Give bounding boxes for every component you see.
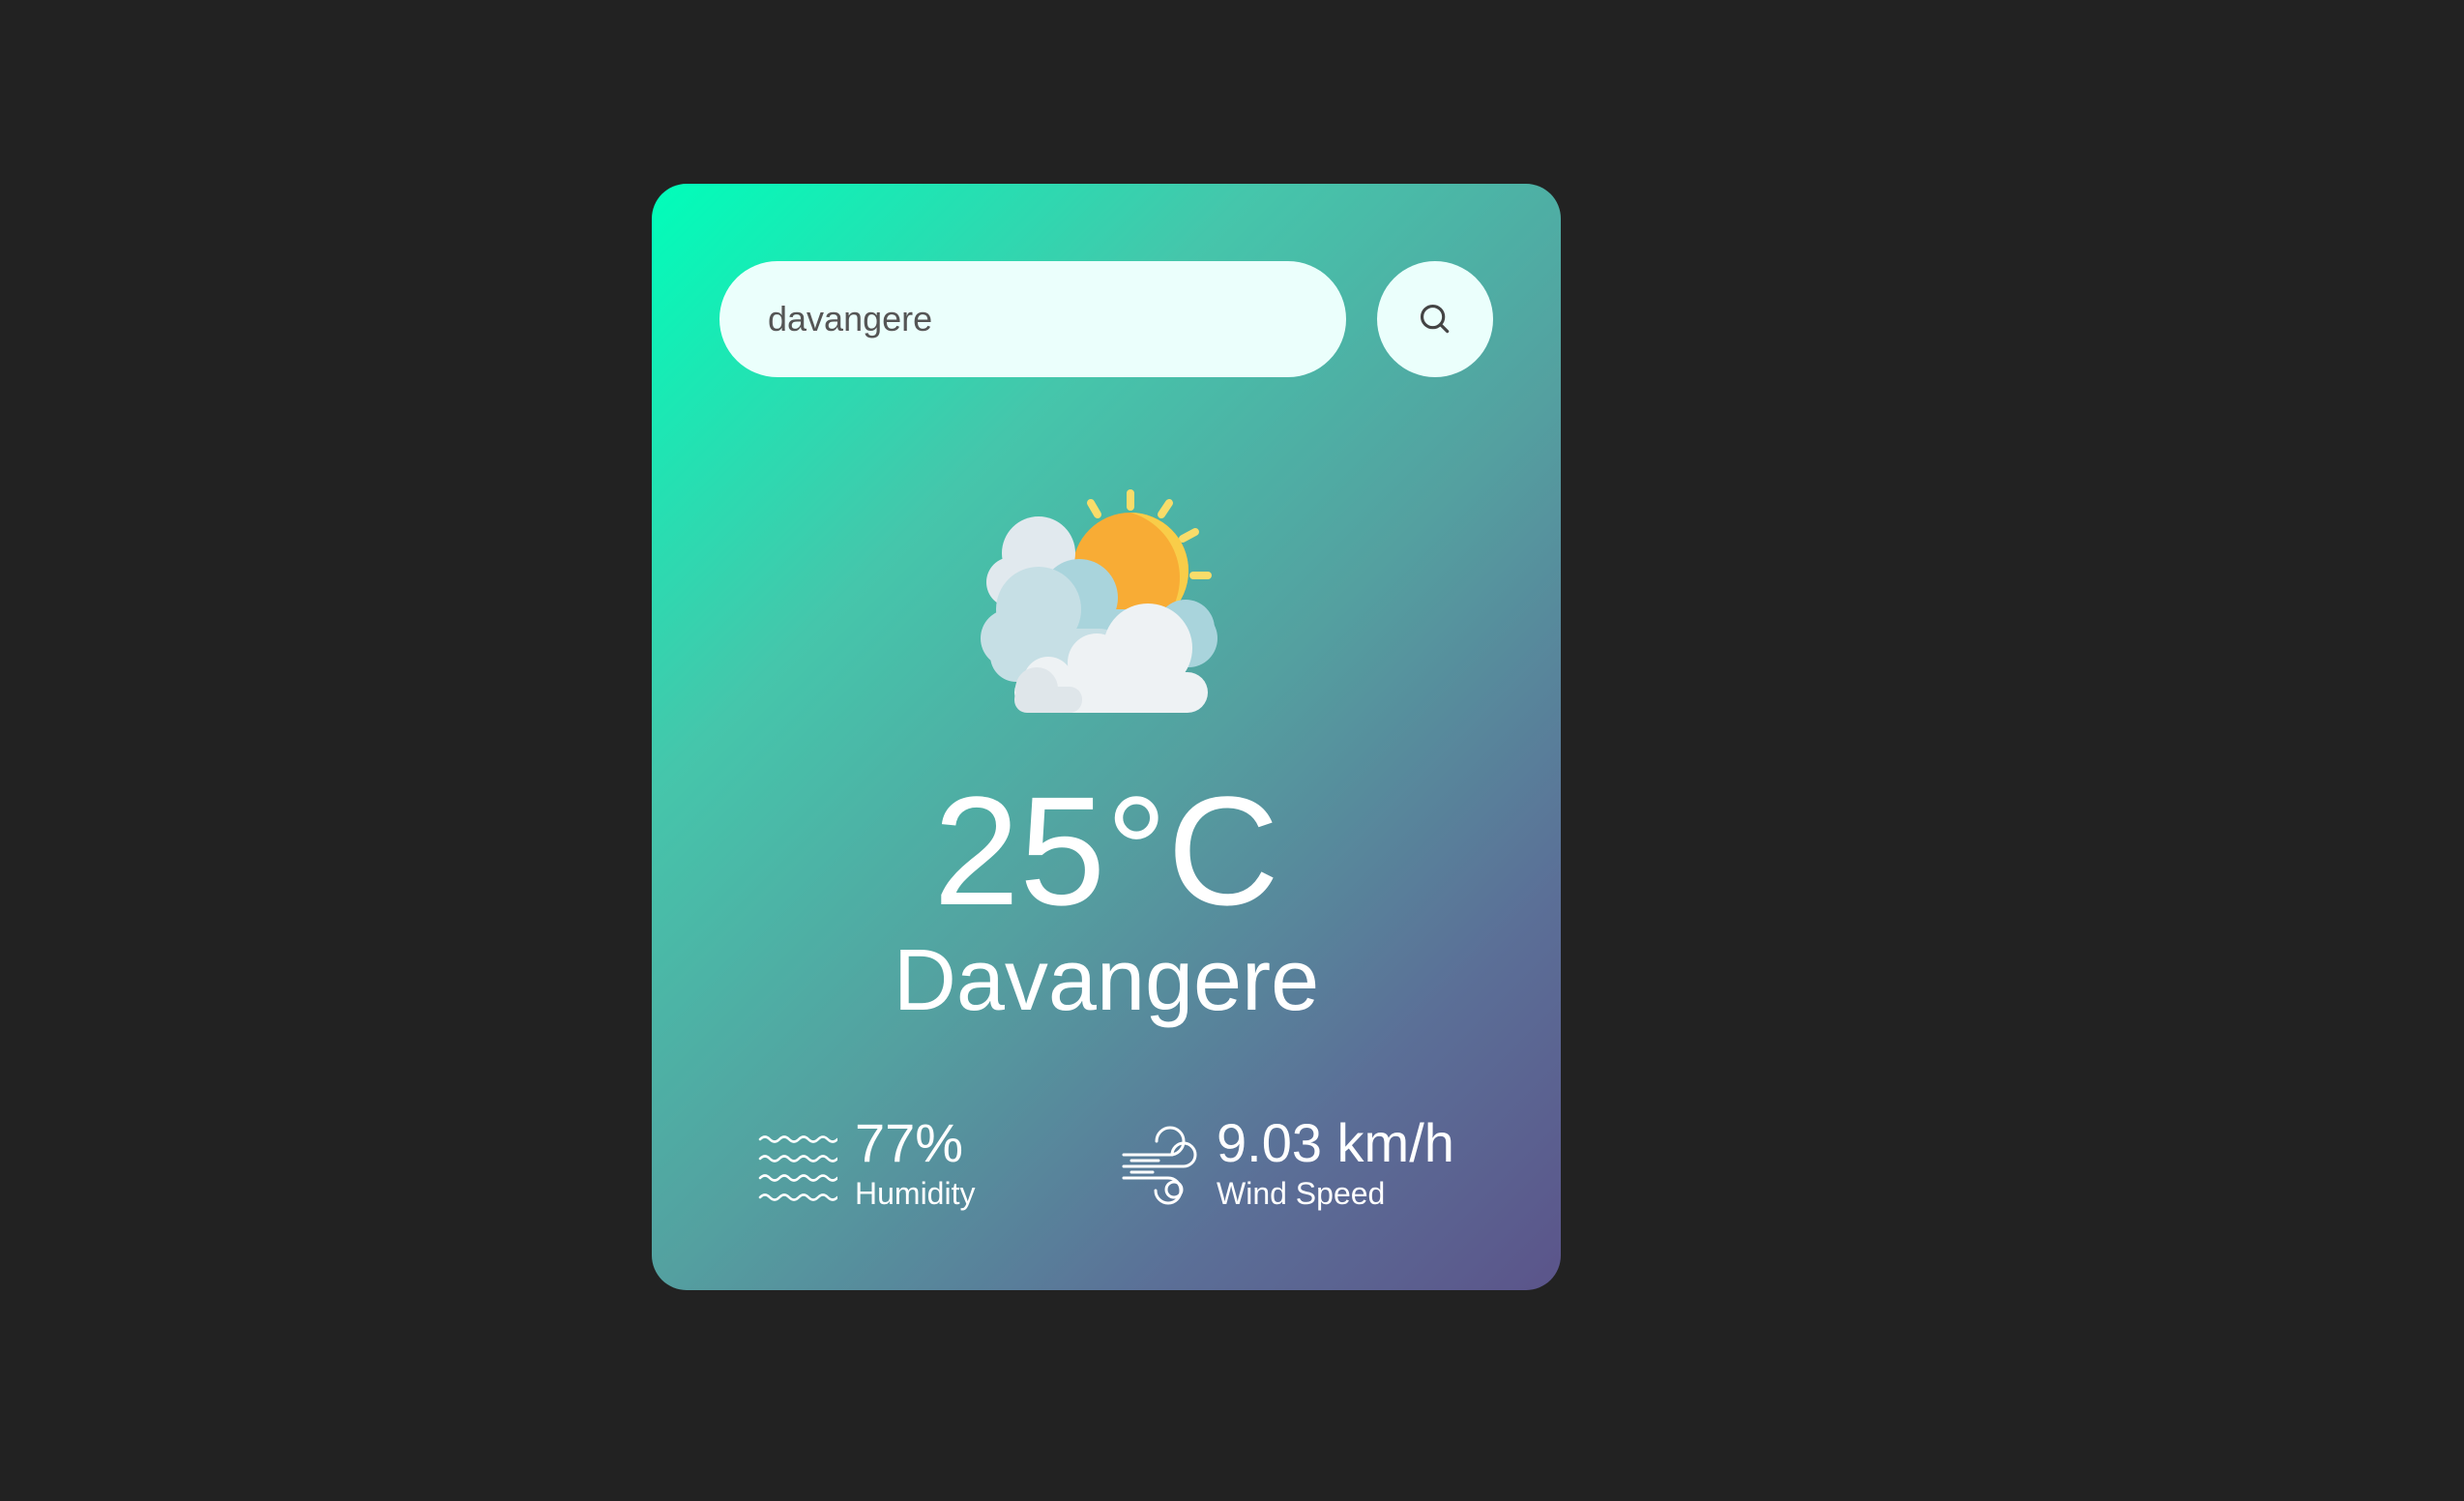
wind-label: Wind Speed [1217, 1176, 1386, 1211]
wind-panel: 9.03 km/h Wind Speed [1120, 1112, 1507, 1219]
search-button[interactable] [1377, 261, 1493, 377]
city-name: Davangere [893, 932, 1320, 1029]
wind-value: 9.03 km/h [1217, 1112, 1454, 1173]
search-input[interactable] [719, 261, 1346, 377]
wind-text: 9.03 km/h Wind Speed [1217, 1112, 1454, 1213]
weather-details: 77% Humidity 9.03 km/h Wind Speed [652, 1112, 1561, 1219]
temperature: 25°C [933, 764, 1279, 937]
humidity-value: 77% [855, 1112, 964, 1173]
humidity-panel: 77% Humidity [758, 1112, 1048, 1219]
humidity-label: Humidity [855, 1176, 976, 1211]
humidity-text: 77% Humidity [855, 1112, 975, 1213]
search-bar [719, 261, 1493, 377]
partly-cloudy-icon [981, 489, 1217, 713]
search-icon [1420, 304, 1450, 334]
wind-icon [1122, 1126, 1197, 1205]
humidity-icon [758, 1135, 837, 1201]
weather-card: 25°C Davangere 77% Humidity [652, 184, 1561, 1290]
